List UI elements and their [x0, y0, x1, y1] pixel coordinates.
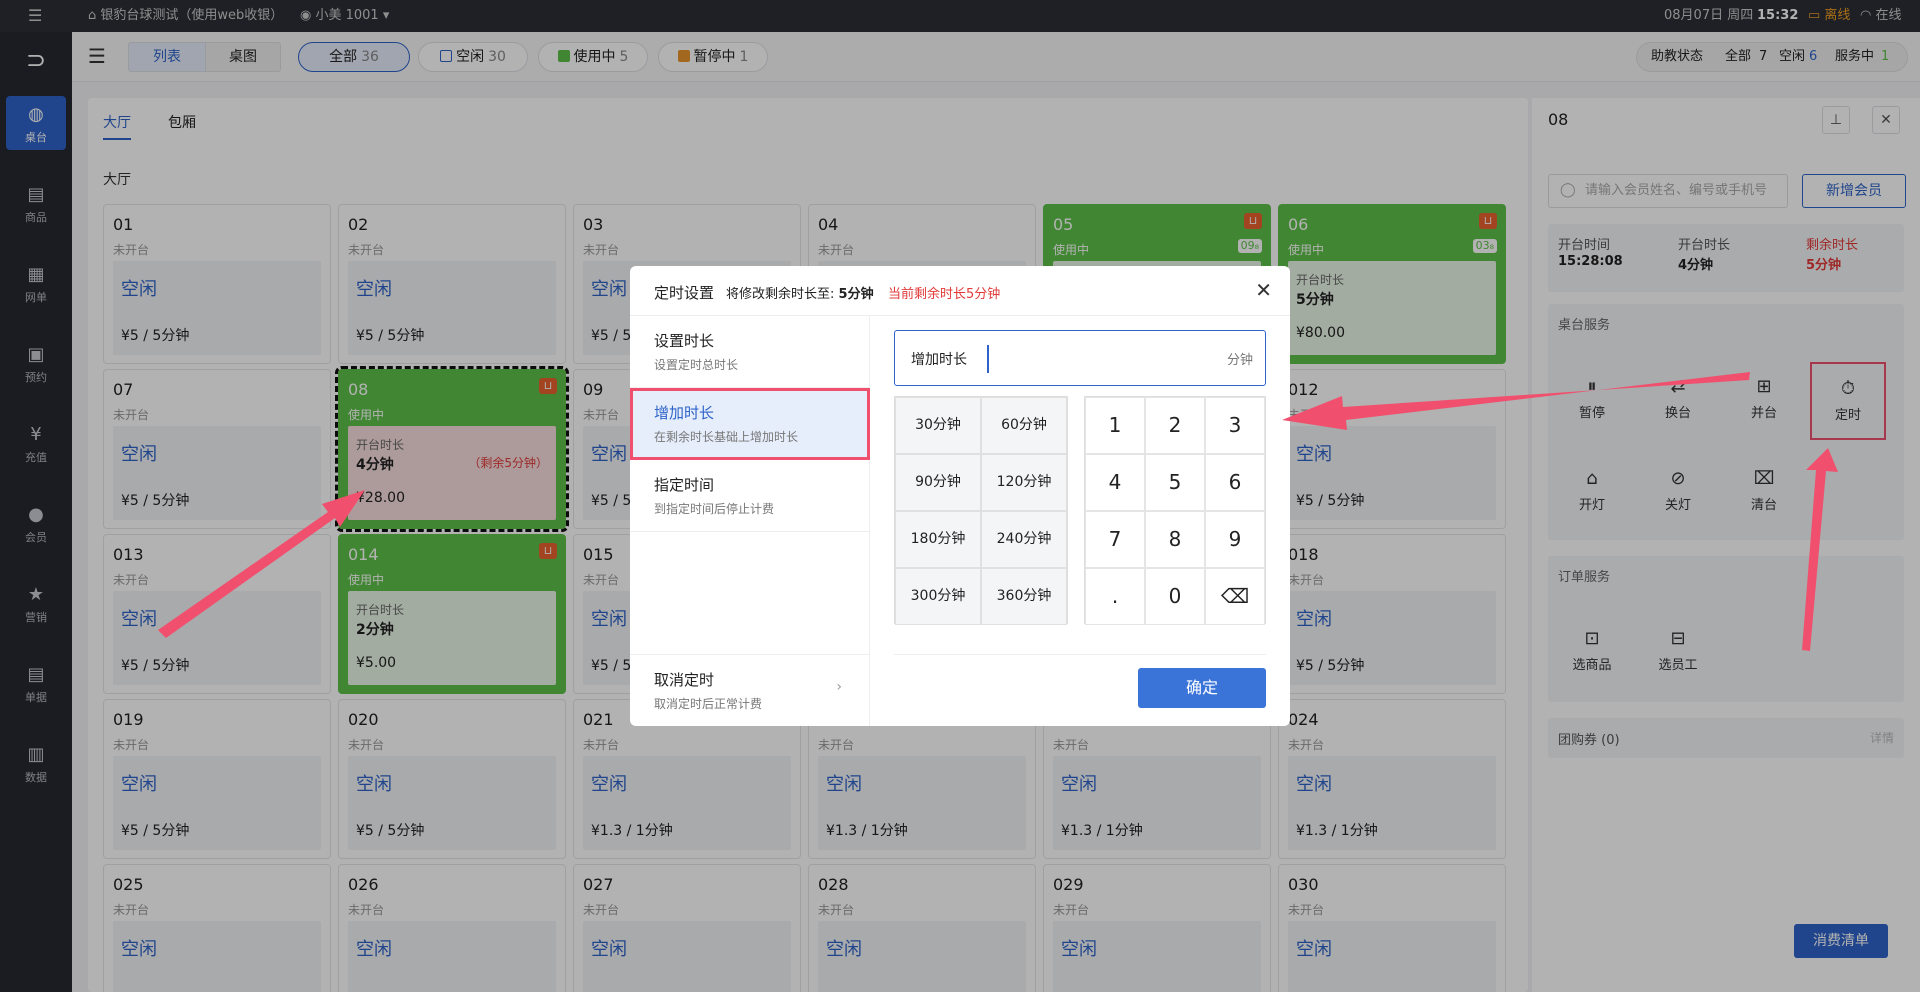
subtitle-text: 将修改剩余时长至:: [726, 287, 835, 302]
numeric-keypad: 1 2 3 4 5 6 7 8 9 . 0 ⌫: [1084, 396, 1266, 625]
chevron-right-icon: ›: [836, 679, 842, 695]
input-label: 增加时长: [911, 352, 967, 368]
key-9[interactable]: 9: [1205, 511, 1265, 568]
dialog-divider: [894, 654, 1266, 655]
quick-120-button[interactable]: 120分钟: [981, 454, 1067, 511]
dialog-warning: 当前剩余时长5分钟: [888, 287, 1001, 302]
close-icon[interactable]: ✕: [1255, 278, 1272, 302]
subtitle-value: 5分钟: [838, 287, 874, 302]
option-title: 取消定时: [654, 671, 715, 689]
key-7[interactable]: 7: [1085, 511, 1145, 568]
timer-input-area: 增加时长 分钟 30分钟 60分钟 90分钟 120分钟 180分钟 240分钟…: [870, 316, 1290, 726]
add-duration-input[interactable]: 增加时长 分钟: [894, 330, 1266, 386]
timer-settings-dialog: 定时设置 将修改剩余时长至: 5分钟 当前剩余时长5分钟 ✕ 设置时长 设置定时总…: [630, 266, 1290, 726]
key-6[interactable]: 6: [1205, 454, 1265, 511]
option-desc: 取消定时后正常计费: [654, 697, 763, 711]
timer-mode-list: 设置时长设置定时总时长 增加时长在剩余时长基础上增加时长 指定时间到指定时间后停…: [630, 316, 870, 726]
key-dot[interactable]: .: [1085, 568, 1145, 625]
backspace-icon[interactable]: ⌫: [1205, 568, 1265, 625]
key-4[interactable]: 4: [1085, 454, 1145, 511]
option-desc: 在剩余时长基础上增加时长: [654, 430, 799, 444]
quick-180-button[interactable]: 180分钟: [895, 511, 981, 568]
quick-300-button[interactable]: 300分钟: [895, 568, 981, 625]
option-title: 设置时长: [654, 332, 715, 350]
quick-60-button[interactable]: 60分钟: [981, 397, 1067, 454]
key-8[interactable]: 8: [1145, 511, 1205, 568]
option-desc: 到指定时间后停止计费: [654, 502, 775, 516]
key-1[interactable]: 1: [1085, 397, 1145, 454]
quick-360-button[interactable]: 360分钟: [981, 568, 1067, 625]
quick-240-button[interactable]: 240分钟: [981, 511, 1067, 568]
confirm-button[interactable]: 确定: [1138, 668, 1266, 708]
key-3[interactable]: 3: [1205, 397, 1265, 454]
text-caret: [987, 345, 989, 373]
quick-duration-grid: 30分钟 60分钟 90分钟 120分钟 180分钟 240分钟 300分钟 3…: [894, 396, 1068, 625]
dialog-subtitle: 将修改剩余时长至: 5分钟: [726, 283, 874, 302]
quick-30-button[interactable]: 30分钟: [895, 397, 981, 454]
option-add-duration[interactable]: 增加时长在剩余时长基础上增加时长: [630, 388, 870, 460]
key-0[interactable]: 0: [1145, 568, 1205, 625]
option-specify-time[interactable]: 指定时间到指定时间后停止计费: [630, 460, 870, 532]
option-cancel-timer[interactable]: 取消定时取消定时后正常计费 ›: [630, 654, 870, 726]
dialog-title: 定时设置: [654, 284, 715, 302]
input-unit: 分钟: [1226, 353, 1253, 368]
dialog-header: 定时设置 将修改剩余时长至: 5分钟 当前剩余时长5分钟 ✕: [630, 266, 1290, 316]
option-desc: 设置定时总时长: [654, 358, 739, 372]
option-title: 指定时间: [654, 476, 715, 494]
option-set-duration[interactable]: 设置时长设置定时总时长: [630, 316, 870, 388]
quick-90-button[interactable]: 90分钟: [895, 454, 981, 511]
option-title: 增加时长: [654, 404, 715, 422]
key-2[interactable]: 2: [1145, 397, 1205, 454]
key-5[interactable]: 5: [1145, 454, 1205, 511]
